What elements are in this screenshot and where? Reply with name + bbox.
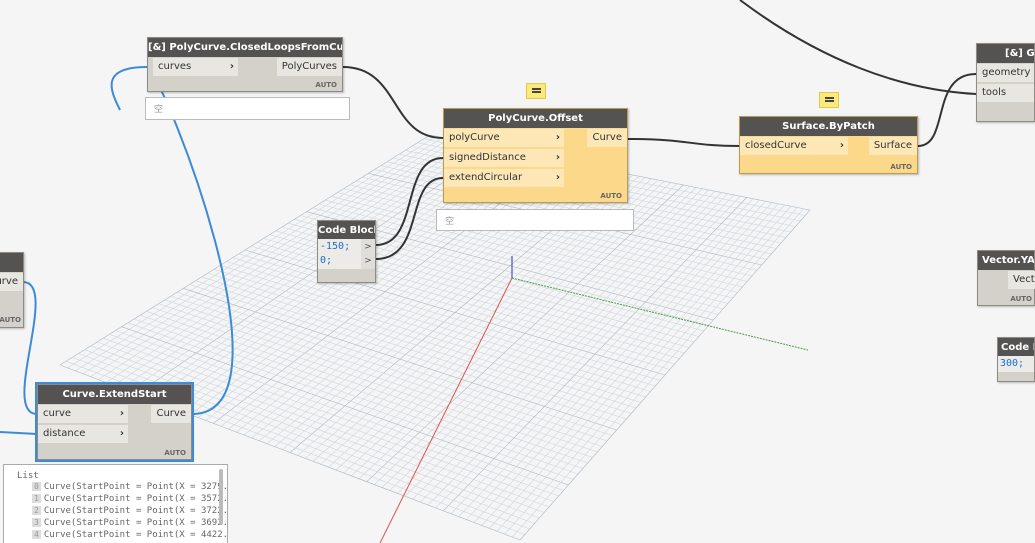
node-group-partial[interactable]: [&] G geometry tools [976, 43, 1035, 122]
node-title: Code Block [318, 221, 375, 240]
chevron-right-icon: › [119, 428, 124, 439]
output-port-polycurves[interactable]: PolyCurves [276, 58, 342, 76]
list-header: List [17, 471, 39, 481]
list-index: 0 [32, 482, 41, 491]
list-item: 4 Curve(StartPoint = Point(X = 4422. [17, 529, 227, 541]
wire-top-to-tools[interactable] [739, 0, 977, 95]
port-label: extendCircular [449, 172, 523, 183]
node-title: Curve.ExtendStart [38, 385, 191, 404]
input-port-polycurve[interactable]: polyCurve › [444, 129, 564, 147]
node-polycurve-offset[interactable]: PolyCurve.Offset polyCurve › signedDistan… [443, 108, 628, 203]
port-label: curves [158, 61, 192, 72]
list-item: 0 Curve(StartPoint = Point(X = 3279. [17, 481, 227, 493]
list-item: 3 Curve(StartPoint = Point(X = 3692. [17, 517, 227, 529]
grid-line [466, 201, 766, 520]
wire-polycurves-to-polycurve[interactable] [342, 66, 444, 139]
preview-bubble[interactable]: 空 [145, 97, 350, 120]
output-port-surface[interactable]: Surface [868, 137, 917, 155]
port-label: signedDistance [449, 152, 526, 163]
note-icon[interactable] [819, 92, 839, 108]
lacing-label: AUTO [164, 449, 186, 457]
grid-line [458, 199, 760, 517]
lacing-label: AUTO [890, 163, 912, 171]
note-icon[interactable] [526, 83, 546, 99]
node-title: Code Bl [998, 338, 1034, 357]
node-title: [&] G [977, 44, 1034, 63]
input-port-geometry[interactable]: geometry [977, 64, 1034, 82]
output-port-curve[interactable]: Curve [587, 129, 627, 147]
list-value: Curve(StartPoint = Point(X = 3692. [43, 518, 228, 528]
output-port-vector[interactable]: Vecto [1008, 271, 1035, 289]
chevron-right-icon: › [229, 61, 234, 72]
lacing-label: AUTO [315, 81, 337, 89]
lacing-label: AUTO [1010, 295, 1032, 303]
grid-line [519, 209, 811, 541]
port-label: polyCurve [449, 132, 500, 143]
wire-curve-to-closedcurve[interactable] [627, 138, 740, 147]
port-label: distance [43, 428, 86, 439]
node-title: [&] PolyCurve.ClosedLoopsFromCurves [148, 38, 342, 57]
list-item: 2 Curve(StartPoint = Point(X = 3722. [17, 505, 227, 517]
list-value: Curve(StartPoint = Point(X = 4422. [43, 530, 228, 540]
port-label: closedCurve [745, 140, 807, 151]
list-index: 1 [32, 494, 41, 503]
chevron-right-icon: › [555, 172, 560, 183]
node-closed-loops-from-curves[interactable]: [&] PolyCurve.ClosedLoopsFromCurves curv… [147, 37, 343, 92]
node-surface-bypatch[interactable]: Surface.ByPatch closedCurve › Surface AUT… [739, 116, 918, 174]
node-title [0, 253, 23, 272]
output-port-curve[interactable]: urve [0, 273, 23, 291]
grid-line [473, 202, 773, 523]
grid-line [496, 206, 792, 532]
output-port[interactable]: > [361, 253, 375, 269]
lacing-label: AUTO [0, 316, 21, 324]
node-partial-left[interactable]: urve AUTO [0, 252, 24, 328]
input-port-curve[interactable]: curve › [38, 405, 128, 423]
input-port-distance[interactable]: distance › [38, 425, 128, 443]
output-port-curve[interactable]: Curve [151, 405, 191, 423]
node-code-block-right[interactable]: Code Bl 300; [997, 337, 1035, 382]
chevron-right-icon: › [555, 132, 560, 143]
input-port-extendcircular[interactable]: extendCircular › [444, 169, 564, 187]
input-port-curves[interactable]: curves › [153, 58, 238, 76]
chevron-right-icon: › [555, 152, 560, 163]
wire-left-to-distance[interactable] [0, 431, 38, 435]
grid-line [512, 208, 804, 538]
wire-left-to-curve[interactable] [22, 281, 38, 415]
preview-bubble[interactable]: 空 [436, 209, 634, 231]
code-line[interactable]: 0; [318, 253, 362, 269]
list-value: Curve(StartPoint = Point(X = 3722. [43, 506, 228, 516]
list-item: 1 Curve(StartPoint = Point(X = 3572. [17, 493, 227, 505]
chevron-right-icon: › [839, 140, 844, 151]
list-value: Curve(StartPoint = Point(X = 3279. [43, 482, 228, 492]
grid-line [504, 207, 798, 535]
node-title: Vector.YAxi [978, 251, 1034, 270]
list-index: 4 [32, 530, 41, 539]
node-vector-yaxis[interactable]: Vector.YAxi Vecto AUTO [977, 250, 1035, 306]
lacing-label: AUTO [600, 192, 622, 200]
input-port-closedcurve[interactable]: closedCurve › [740, 137, 848, 155]
wire-surface-to-geometry[interactable] [917, 73, 977, 147]
chevron-right-icon: › [119, 408, 124, 419]
list-value: Curve(StartPoint = Point(X = 3572. [43, 494, 228, 504]
port-label: curve [43, 408, 72, 419]
scrollbar[interactable] [219, 469, 223, 525]
input-port-tools[interactable]: tools [977, 84, 1034, 102]
list-index: 2 [32, 506, 41, 515]
code-line[interactable]: 300; [998, 356, 1034, 372]
node-code-block[interactable]: Code Block -150; 0; > > [317, 220, 376, 283]
list-index: 3 [32, 518, 41, 527]
node-title: Surface.ByPatch [740, 117, 917, 136]
input-port-signeddistance[interactable]: signedDistance › [444, 149, 564, 167]
node-curve-extendstart[interactable]: Curve.ExtendStart curve › distance › Curve… [35, 382, 194, 462]
watch-list-preview[interactable]: List 0 Curve(StartPoint = Point(X = 3279.… [3, 464, 228, 543]
node-title: PolyCurve.Offset [444, 109, 627, 128]
